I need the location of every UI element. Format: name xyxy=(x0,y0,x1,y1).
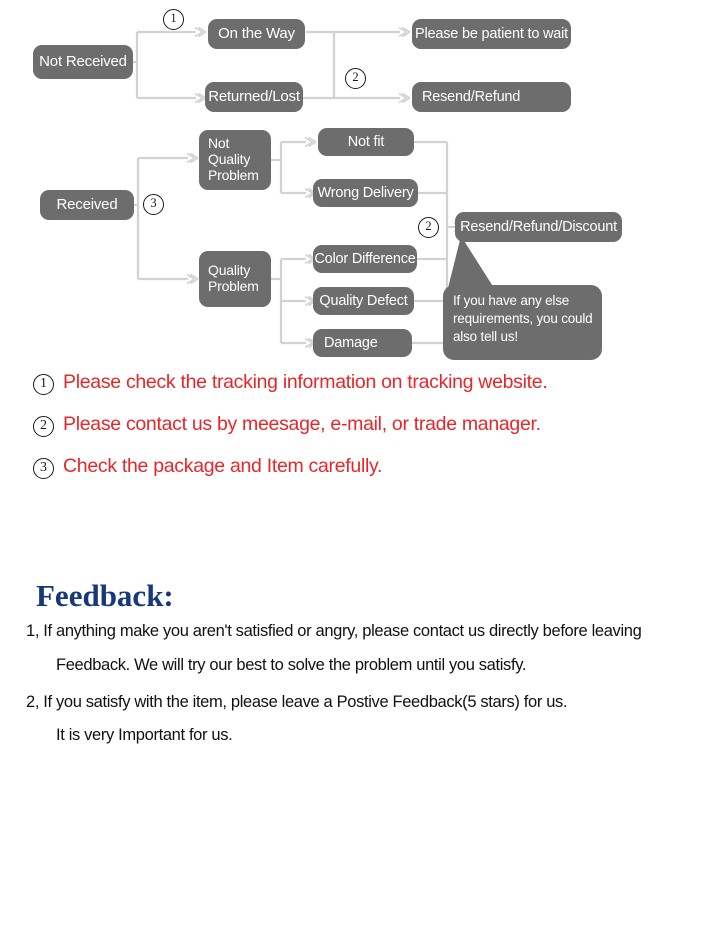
node-received: Received xyxy=(40,190,134,220)
node-resend-refund: Resend/Refund xyxy=(412,82,571,112)
node-wrong-delivery: Wrong Delivery xyxy=(313,179,418,207)
callout-bubble: If you have any else requirements, you c… xyxy=(443,285,602,360)
node-not-quality-problem: Not Quality Problem xyxy=(199,130,271,190)
note-text: Please check the tracking information on… xyxy=(63,371,548,393)
node-quality-problem: Quality Problem xyxy=(199,251,271,307)
node-quality-defect: Quality Defect xyxy=(313,287,414,315)
feedback-line: 1, If anything make you aren't satisfied… xyxy=(26,622,642,640)
node-not-fit: Not fit xyxy=(318,128,414,156)
note-item: 2 Please contact us by meesage, e-mail, … xyxy=(0,413,710,437)
node-please-be-patient-to-wait: Please be patient to wait xyxy=(412,19,571,49)
feedback-heading: Feedback: xyxy=(36,578,174,613)
flow-marker-3: 3 xyxy=(143,194,164,215)
note-text: Check the package and Item carefully. xyxy=(63,455,383,477)
flowchart: Not Received On the Way Returned/Lost Pl… xyxy=(0,0,710,370)
note-text: Please contact us by meesage, e-mail, or… xyxy=(63,413,541,435)
note-item: 1 Please check the tracking information … xyxy=(0,371,710,395)
node-on-the-way: On the Way xyxy=(208,19,305,49)
feedback-line: It is very Important for us. xyxy=(56,726,233,745)
flow-marker-4: 2 xyxy=(418,217,439,238)
note-item: 3 Check the package and Item carefully. xyxy=(0,455,710,479)
note-number: 1 xyxy=(33,374,54,395)
callout-bubble-text: If you have any else requirements, you c… xyxy=(453,293,593,344)
node-color-difference: Color Difference xyxy=(313,245,417,273)
node-not-received: Not Received xyxy=(33,45,133,79)
note-number: 2 xyxy=(33,416,54,437)
flow-marker-2: 2 xyxy=(345,68,366,89)
feedback-line: 2, If you satisfy with the item, please … xyxy=(26,692,568,711)
node-damage: Damage xyxy=(313,329,412,357)
note-number: 3 xyxy=(33,458,54,479)
flow-marker-1: 1 xyxy=(163,9,184,30)
node-returned-lost: Returned/Lost xyxy=(205,82,303,112)
feedback-line: Feedback. We will try our best to solve … xyxy=(56,655,527,674)
feedback-section: Feedback: 1, If anything make you aren't… xyxy=(0,578,710,763)
numbered-notes: 1 Please check the tracking information … xyxy=(0,371,710,498)
